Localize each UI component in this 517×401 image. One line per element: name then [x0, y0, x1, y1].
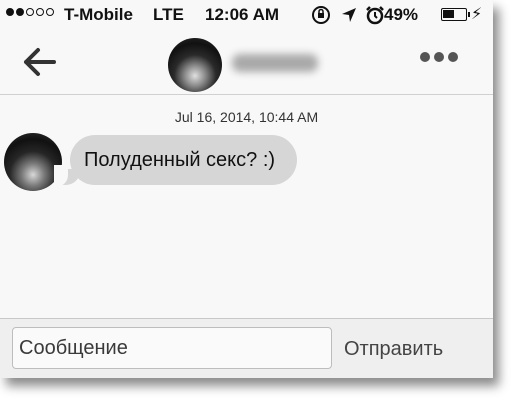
battery-percent: 49% [384, 5, 419, 24]
contact-name-blurred[interactable] [232, 54, 318, 72]
more-options-button[interactable] [420, 52, 458, 62]
charging-bolt-icon: ⚡ [471, 6, 483, 23]
location-arrow-icon [342, 8, 356, 22]
carrier-name: T-Mobile [64, 5, 133, 24]
signal-strength-icon [6, 8, 54, 16]
message-timestamp: Jul 16, 2014, 10:44 AM [174, 109, 319, 125]
navigation-bar [0, 30, 493, 95]
network-type: LTE [153, 5, 184, 24]
ellipsis-icon [420, 52, 430, 62]
arrow-left-icon [24, 48, 56, 76]
contact-avatar[interactable] [168, 38, 222, 92]
send-button[interactable]: Отправить [344, 329, 443, 369]
incoming-message-bubble[interactable]: Полуденный секс? :) [70, 135, 298, 185]
back-button[interactable] [18, 42, 62, 82]
lock-rotation-icon [312, 6, 330, 24]
status-icons [310, 4, 386, 26]
composer-bar: Отправить [0, 318, 493, 378]
status-time: 12:06 AM [205, 5, 280, 24]
message-input[interactable] [12, 327, 332, 369]
alarm-clock-icon [366, 6, 384, 25]
conversation-thread[interactable]: Jul 16, 2014, 10:44 AM Полуденный секс? … [0, 95, 493, 317]
battery-icon [441, 8, 470, 21]
phone-screen: T-Mobile LTE 12:06 AM 49% ⚡ Jul 16, 2014… [0, 0, 493, 378]
status-bar: T-Mobile LTE 12:06 AM 49% ⚡ [0, 0, 493, 30]
